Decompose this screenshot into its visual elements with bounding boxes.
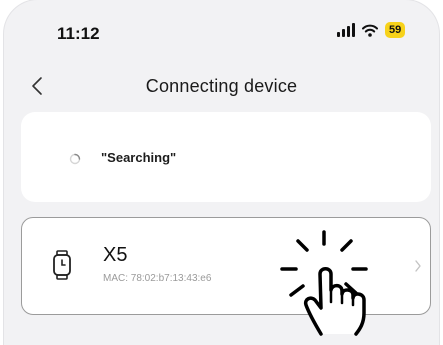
search-status-text: "Searching" (101, 150, 177, 165)
spinner-icon (69, 152, 81, 165)
tap-hand-icon (276, 228, 416, 343)
battery-badge: 59 (385, 22, 406, 38)
device-mac-address: MAC: 78:02:b7:13:43:e6 (103, 273, 212, 284)
signal-icon (337, 23, 355, 37)
search-status-card: "Searching" (21, 112, 431, 202)
status-time: 11:12 (57, 24, 100, 43)
status-indicators: 59 (337, 22, 406, 38)
page-title: Connecting device (145, 76, 298, 96)
watch-icon (52, 250, 72, 280)
wifi-icon (362, 24, 378, 37)
device-name: X5 (103, 244, 128, 266)
